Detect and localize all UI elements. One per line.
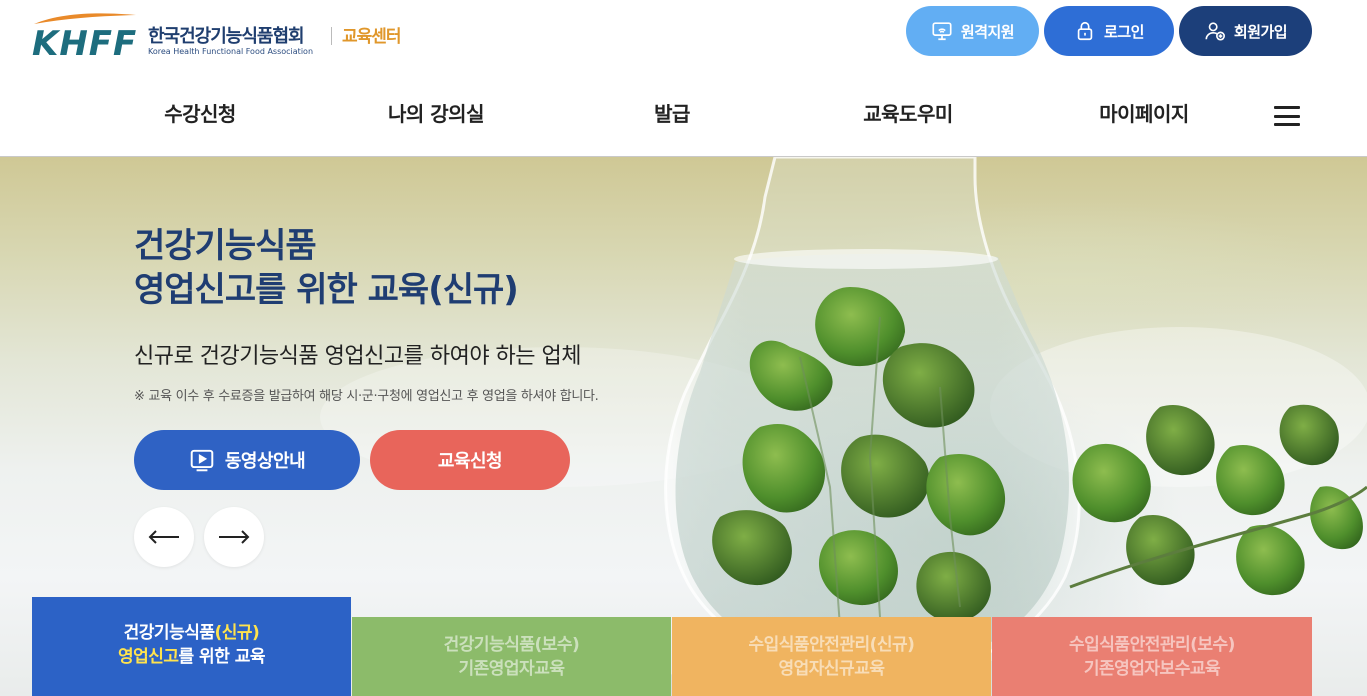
logo-org-name-en: Korea Health Functional Food Association (148, 47, 314, 56)
lock-icon (1077, 21, 1093, 41)
logo-center-label: 교육센터 (342, 27, 402, 47)
login-button[interactable]: 로그인 (1044, 6, 1174, 56)
video-guide-label: 동영상안내 (224, 451, 306, 472)
remote-support-label: 원격지원 (960, 22, 1015, 41)
tab-import-food-refresher[interactable]: 수입식품안전관리(보수) 기존영업자보수교육 (992, 617, 1312, 696)
menu-hamburger-icon[interactable] (1274, 106, 1300, 126)
video-guide-button[interactable]: 동영상안내 (134, 430, 360, 490)
tab-1-line2-text: 를 위한 교육 (178, 646, 266, 667)
hero-title-line2: 영업신고를 위한 교육(신규) (134, 270, 519, 310)
tab-health-food-refresher[interactable]: 건강기능식품(보수) 기존영업자교육 (352, 617, 671, 696)
tab-import-food-new[interactable]: 수입식품안전관리(신규) 영업자신규교육 (672, 617, 991, 696)
arrow-right-icon (219, 530, 250, 544)
khff-logo-mark: KHFF (30, 10, 142, 64)
tab-1-line1: 건강기능식품(신규) (124, 621, 260, 645)
tab-4-line1: 수입식품안전관리(보수) (1069, 634, 1235, 655)
remote-support-button[interactable]: 원격지원 (906, 6, 1039, 56)
logo-letters: KHFF (32, 24, 138, 64)
tab-2-line2: 기존영업자교육 (458, 658, 565, 679)
hero-title-line1: 건강기능식품 (134, 226, 317, 266)
main-nav: 수강신청 나의 강의실 발급 교육도우미 마이페이지 (0, 98, 1367, 134)
hero-note: ※ 교육 이수 후 수료증을 발급하여 해당 시·군·구청에 영업신고 후 영업… (134, 389, 599, 404)
signup-button[interactable]: 회원가입 (1179, 6, 1312, 56)
site-header: KHFF 한국건강기능식품협회 Korea Health Functional … (0, 0, 1367, 157)
tab-1-line2: 영업신고를 위한 교육 (117, 645, 266, 669)
nav-item-issuance[interactable]: 발급 (654, 98, 690, 127)
logo-org-name: 한국건강기능식품협회 (148, 26, 305, 47)
nav-item-my-classroom[interactable]: 나의 강의실 (388, 98, 484, 127)
site-logo[interactable]: KHFF 한국건강기능식품협회 Korea Health Functional … (30, 10, 420, 64)
tab-2-line1: 건강기능식품(보수) (443, 634, 580, 655)
logo-divider (331, 27, 332, 45)
hero-title: 건강기능식품 영업신고를 위한 교육(신규) (134, 224, 519, 312)
tab-1-line1-text: 건강기능식품 (123, 622, 215, 643)
apply-education-button[interactable]: 교육신청 (370, 430, 570, 490)
tab-4-line2: 기존영업자보수교육 (1083, 658, 1221, 679)
tab-1-line1-highlight: (신규) (214, 622, 260, 643)
tab-3-line2: 영업자신규교육 (778, 658, 885, 679)
login-label: 로그인 (1104, 22, 1144, 41)
apply-education-label: 교육신청 (437, 451, 503, 472)
slide-prev-button[interactable] (134, 507, 194, 567)
monitor-icon (932, 22, 952, 41)
nav-item-mypage[interactable]: 마이페이지 (1099, 98, 1189, 127)
nav-item-course-registration[interactable]: 수강신청 (164, 98, 236, 127)
tab-1-line2-highlight: 영업신고 (117, 646, 179, 667)
hero-subtitle: 신규로 건강기능식품 영업신고를 하여야 하는 업체 (134, 344, 582, 369)
signup-label: 회원가입 (1233, 22, 1288, 41)
slide-next-button[interactable] (204, 507, 264, 567)
tab-health-food-new[interactable]: 건강기능식품(신규) 영업신고를 위한 교육 (32, 597, 351, 696)
video-play-icon (190, 449, 214, 472)
arrow-left-icon (148, 530, 179, 544)
add-user-icon (1205, 22, 1225, 41)
nav-item-education-help[interactable]: 교육도우미 (863, 98, 953, 127)
tab-3-line1: 수입식품안전관리(신규) (748, 634, 915, 655)
